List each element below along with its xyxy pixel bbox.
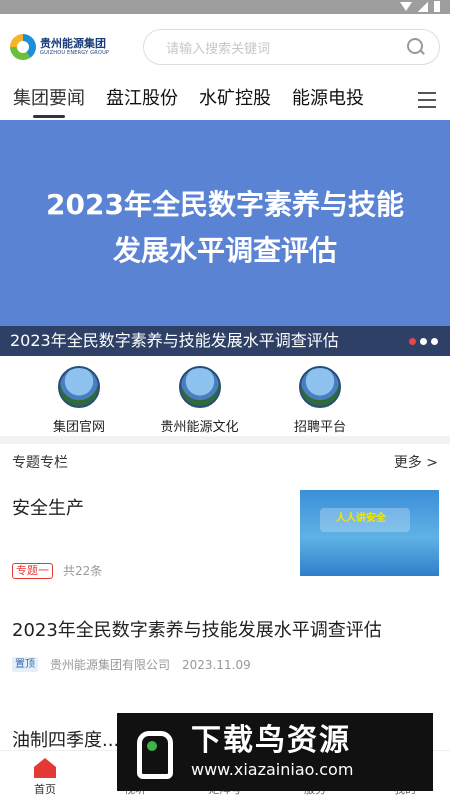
- logo-mark-icon: [10, 34, 36, 60]
- company-logo[interactable]: 贵州能源集团 GUIZHOU ENERGY GROUP: [10, 34, 126, 60]
- banner-carousel[interactable]: 2023年全民数字素养与技能 发展水平调查评估 2023年全民数字素养与技能发展…: [0, 120, 450, 356]
- quick-links: 集团官网 贵州能源文化 招聘平台: [0, 356, 450, 436]
- banner-title-line1: 2023年全民数字素养与技能: [46, 188, 404, 221]
- logo-name-en: GUIZHOU ENERGY GROUP: [40, 50, 110, 56]
- search-input[interactable]: 请输入搜索关键词: [143, 29, 440, 65]
- topic-count: 共22条: [63, 564, 103, 578]
- tab-group-news[interactable]: 集团要闻: [13, 80, 85, 120]
- quick-link-label: 集团官网: [52, 420, 105, 435]
- topic-thumbnail: 人人讲安全: [300, 490, 439, 576]
- nav-home[interactable]: 首页: [0, 751, 90, 800]
- banner-title-line2: 发展水平调查评估: [112, 234, 337, 267]
- carousel-dot: [420, 338, 427, 345]
- search-icon[interactable]: [407, 38, 425, 56]
- watermark-url: www.xiazainiao.com: [191, 760, 354, 779]
- quick-link-label: 贵州能源文化: [160, 420, 239, 435]
- battery-icon: [434, 1, 440, 12]
- menu-icon[interactable]: [418, 92, 436, 108]
- news-meta: 置顶 贵州能源集团有限公司 2023.11.09: [12, 656, 438, 673]
- carousel-dot: [409, 338, 416, 345]
- section-divider: [0, 436, 450, 444]
- home-icon: [34, 758, 56, 778]
- quick-link-label: 招聘平台: [293, 420, 346, 435]
- news-date: 2023.11.09: [182, 657, 251, 672]
- pinned-badge: 置顶: [12, 657, 38, 672]
- section-header: 专题专栏 更多 >: [0, 444, 450, 480]
- carousel-indicator: [409, 338, 438, 345]
- channel-tabs: 集团要闻 盘江股份 水矿控股 能源电投: [0, 80, 450, 120]
- tab-shuikuang[interactable]: 水矿控股: [199, 80, 271, 120]
- nav-label: 首页: [34, 783, 56, 796]
- tab-panjiang[interactable]: 盘江股份: [106, 80, 178, 120]
- watermark-text: 下载鸟资源 www.xiazainiao.com: [191, 723, 353, 781]
- logo-text: 贵州能源集团 GUIZHOU ENERGY GROUP: [40, 38, 109, 56]
- wifi-icon: [400, 2, 412, 11]
- quick-link-recruitment[interactable]: 招聘平台: [263, 356, 377, 436]
- signal-icon: [418, 1, 428, 12]
- topic-meta: 专题一 共22条: [12, 562, 102, 579]
- logo-name-cn: 贵州能源集团: [40, 37, 106, 50]
- section-title: 专题专栏: [12, 455, 68, 471]
- news-title: 2023年全民数字素养与技能发展水平调查评估: [12, 620, 382, 641]
- news-source: 贵州能源集团有限公司: [50, 658, 171, 672]
- more-link[interactable]: 更多 >: [394, 452, 438, 472]
- thumbnail-text: 人人讲安全: [336, 513, 386, 524]
- news-item[interactable]: 油制四季度...: [12, 726, 119, 752]
- search-placeholder: 请输入搜索关键词: [166, 41, 271, 57]
- quick-link-official-site[interactable]: 集团官网: [22, 356, 136, 436]
- status-icons: [400, 1, 440, 12]
- quick-link-culture[interactable]: 贵州能源文化: [136, 356, 263, 436]
- tab-energy-power[interactable]: 能源电投: [292, 80, 364, 120]
- topic-tag: 专题一: [12, 562, 53, 579]
- banner-title: 2023年全民数字素养与技能 发展水平调查评估: [0, 182, 450, 274]
- news-item[interactable]: 2023年全民数字素养与技能发展水平调查评估 置顶 贵州能源集团有限公司 202…: [0, 616, 450, 673]
- top-bar: 贵州能源集团 GUIZHOU ENERGY GROUP 请输入搜索关键词: [0, 14, 450, 80]
- watermark-overlay: 下载鸟资源 www.xiazainiao.com: [117, 713, 433, 791]
- globe-icon: [178, 366, 221, 408]
- globe-icon: [58, 366, 100, 408]
- banner-caption: 2023年全民数字素养与技能发展水平调查评估: [0, 326, 450, 356]
- globe-icon: [299, 366, 341, 408]
- watermark-title: 下载鸟资源: [191, 723, 351, 758]
- carousel-dot: [431, 338, 438, 345]
- topic-card[interactable]: 安全生产 专题一 共22条 人人讲安全: [0, 480, 450, 588]
- status-bar: [0, 0, 450, 14]
- bird-logo-icon: [127, 725, 181, 779]
